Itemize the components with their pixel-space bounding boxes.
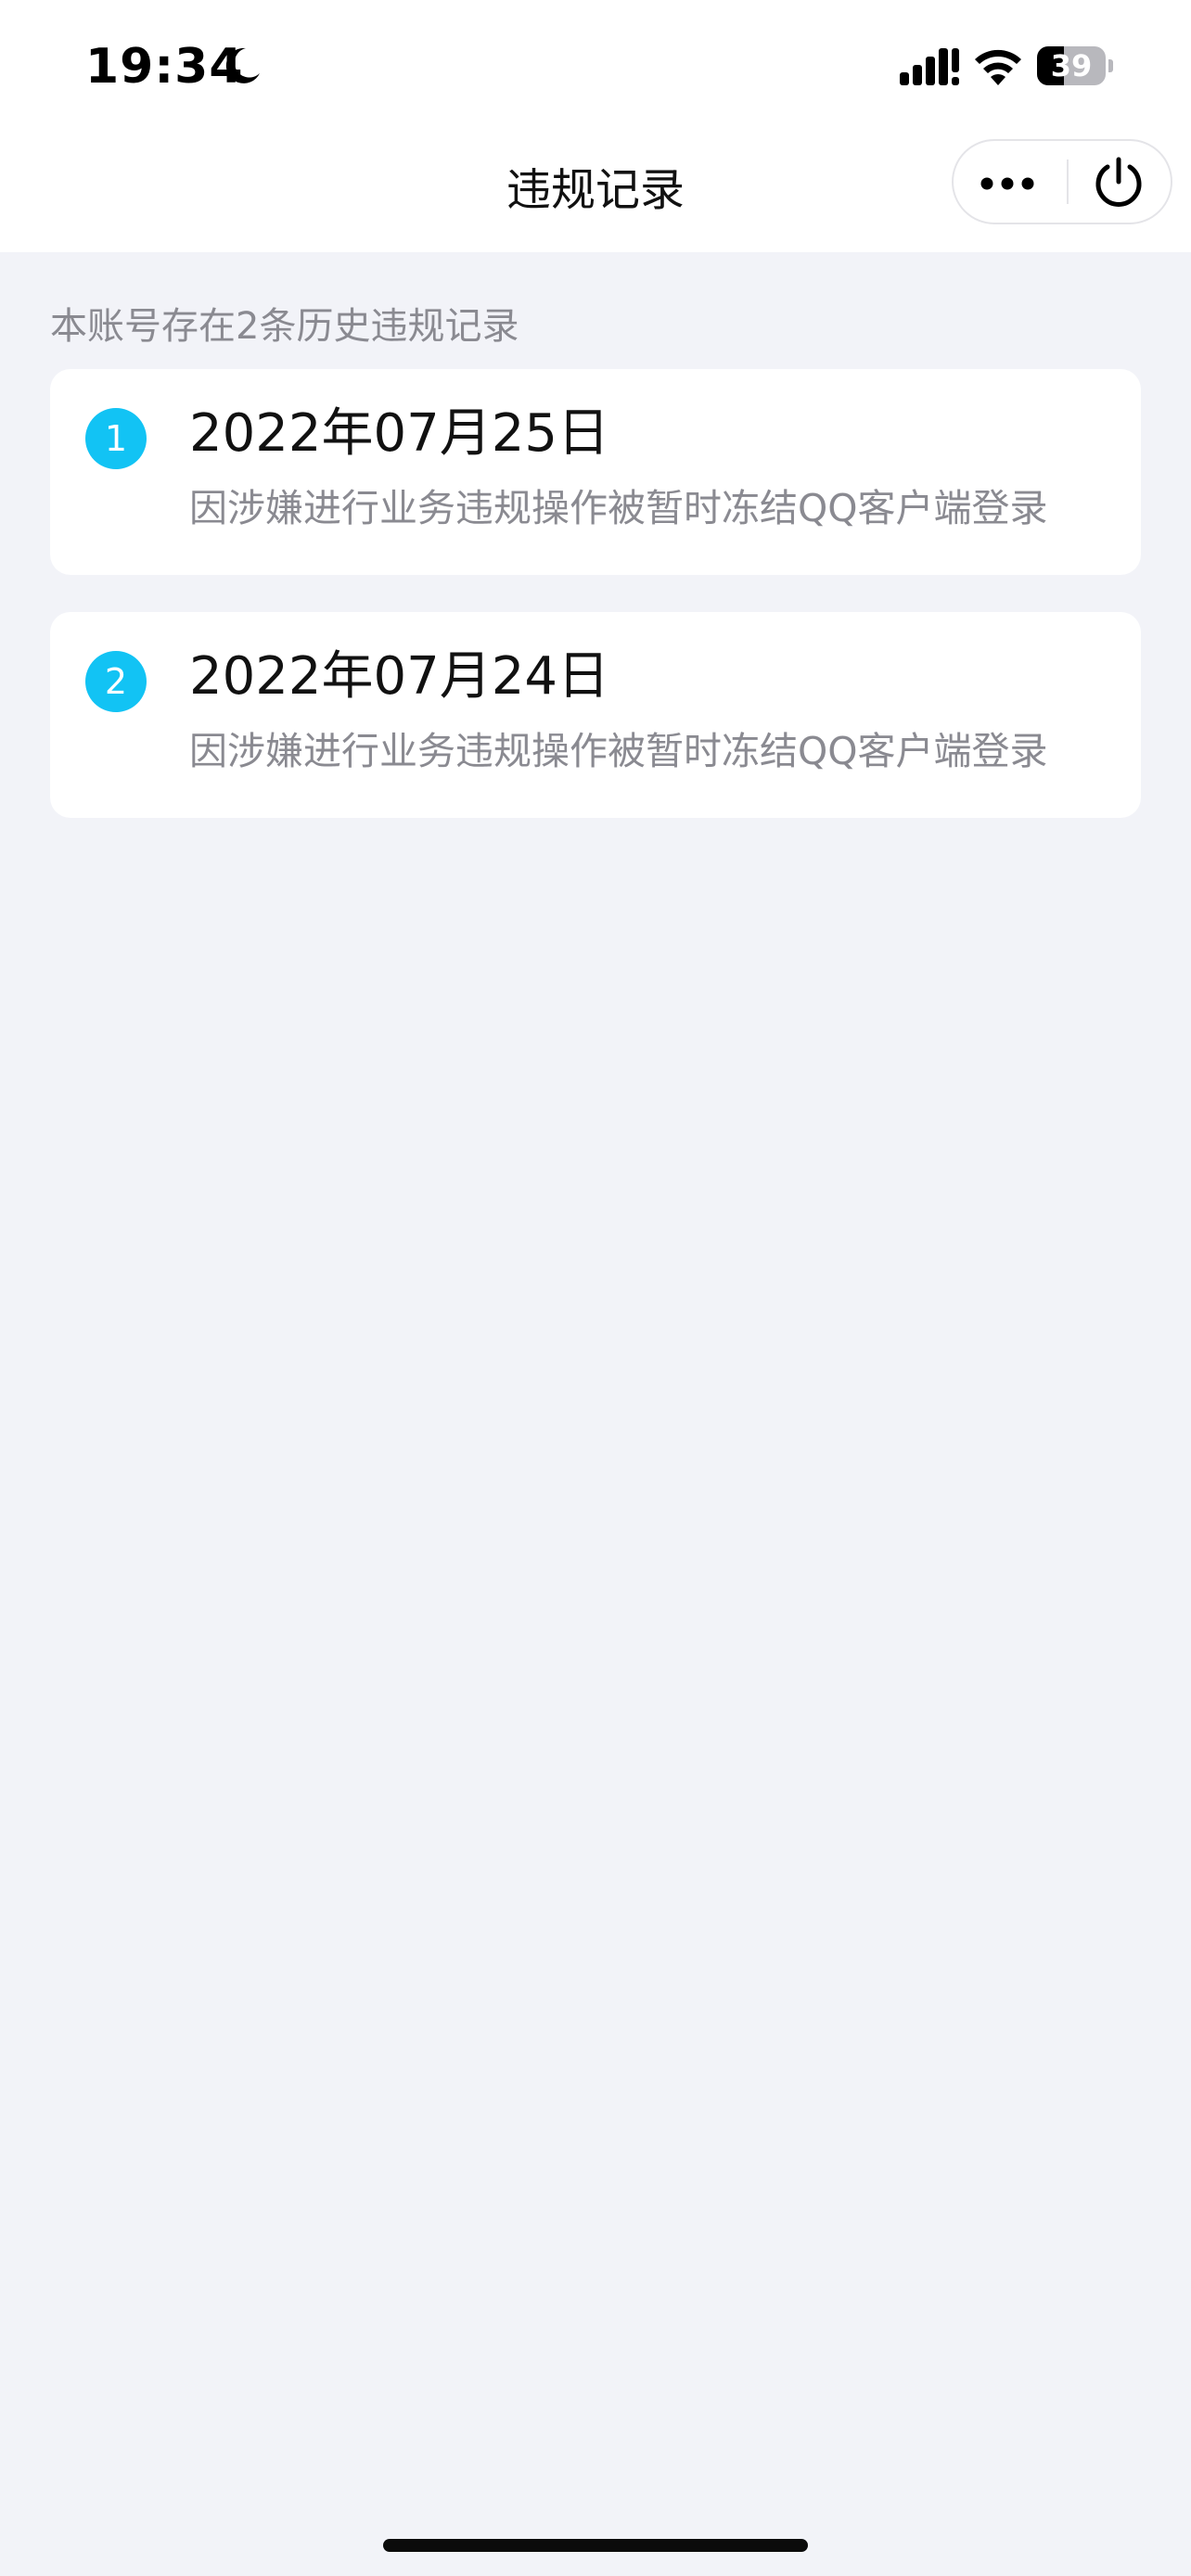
more-button[interactable] (954, 141, 1063, 223)
record-card[interactable]: 2 2022年07月24日 因涉嫌进行业务违规操作被暂时冻结QQ客户端登录 (50, 612, 1141, 818)
miniprogram-capsule (952, 139, 1172, 224)
record-date: 2022年07月25日 (189, 403, 610, 464)
cellular-signal-icon (900, 48, 959, 85)
record-index-badge: 1 (85, 408, 147, 469)
power-icon (1095, 157, 1142, 207)
record-summary: 本账号存在2条历史违规记录 (50, 305, 519, 348)
record-index-badge: 2 (85, 651, 147, 712)
home-indicator[interactable] (383, 2539, 808, 2552)
battery-icon: 39 (1037, 46, 1113, 85)
record-reason: 因涉嫌进行业务违规操作被暂时冻结QQ客户端登录 (189, 486, 1048, 530)
moon-icon (225, 47, 260, 83)
status-time: 19:34 (85, 39, 244, 95)
close-button[interactable] (1069, 141, 1171, 223)
header-area: 19:34 39 违规记录 (0, 0, 1191, 252)
battery-percent: 39 (1050, 48, 1093, 83)
battery-body: 39 (1037, 46, 1106, 85)
record-card[interactable]: 1 2022年07月25日 因涉嫌进行业务违规操作被暂时冻结QQ客户端登录 (50, 369, 1141, 575)
ellipsis-icon (980, 177, 1034, 190)
battery-nub (1108, 59, 1113, 72)
record-reason: 因涉嫌进行业务违规操作被暂时冻结QQ客户端登录 (189, 729, 1048, 773)
record-date: 2022年07月24日 (189, 646, 610, 707)
wifi-icon (975, 49, 1021, 85)
